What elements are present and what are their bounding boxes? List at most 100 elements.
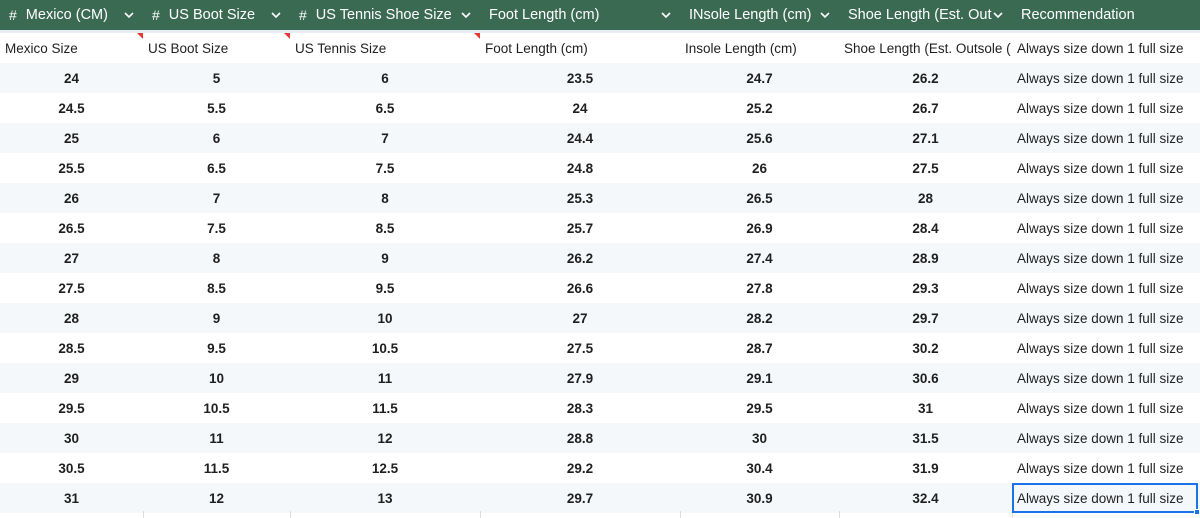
table-cell-us-tennis-shoe-size[interactable]: 9.5	[290, 273, 480, 303]
table-cell-foot-length[interactable]: 28.3	[480, 393, 680, 423]
table-cell-shoe-length[interactable]: 27.1	[839, 123, 1012, 153]
table-cell-insole-length[interactable]: 30	[680, 423, 839, 453]
table-cell-us-boot-size[interactable]: 6.5	[143, 153, 290, 183]
chevron-down-icon[interactable]	[819, 9, 831, 21]
table-cell-recommendation[interactable]: Always size down 1 full size	[1012, 453, 1200, 483]
table-cell-foot-length[interactable]: 24.4	[480, 123, 680, 153]
table-cell-us-boot-size[interactable]: 10	[143, 363, 290, 393]
table-cell-foot-length[interactable]: 24.8	[480, 153, 680, 183]
table-cell-mexico-cm[interactable]: 27.5	[0, 273, 143, 303]
fill-handle[interactable]	[1194, 509, 1200, 515]
table-cell-recommendation[interactable]: Always size down 1 full size	[1012, 333, 1200, 363]
table-cell-shoe-length[interactable]: 31.9	[839, 453, 1012, 483]
column-header-recommendation[interactable]: Recommendation	[1012, 0, 1200, 30]
table-cell-us-tennis-shoe-size[interactable]: 6.5	[290, 93, 480, 123]
table-cell-recommendation[interactable]: Always size down 1 full size	[1012, 213, 1200, 243]
table-cell-us-tennis-shoe-size[interactable]: 8	[290, 183, 480, 213]
table-cell-insole-length[interactable]: 26.5	[680, 183, 839, 213]
table-cell-foot-length[interactable]: 23.5	[480, 63, 680, 93]
table-cell-insole-length[interactable]: 29.1	[680, 363, 839, 393]
table-cell-us-tennis-shoe-size[interactable]: 6	[290, 63, 480, 93]
table-cell-us-tennis-shoe-size[interactable]: 10.5	[290, 333, 480, 363]
column-header-insole-length[interactable]: INsole Length (cm)	[680, 0, 839, 30]
comment-indicator-icon[interactable]	[284, 33, 290, 39]
chevron-down-icon[interactable]	[270, 9, 282, 21]
table-cell-shoe-length[interactable]: 28.9	[839, 243, 1012, 273]
table-cell-mexico-cm[interactable]: 30.5	[0, 453, 143, 483]
table-cell-us-tennis-shoe-size[interactable]: 10	[290, 303, 480, 333]
table-cell-us-boot-size[interactable]: 11.5	[143, 453, 290, 483]
table-cell-foot-length[interactable]: 25.7	[480, 213, 680, 243]
table-cell-mexico-cm[interactable]: 24.5	[0, 93, 143, 123]
chevron-down-icon[interactable]	[660, 9, 672, 21]
table-cell-foot-length[interactable]: 25.3	[480, 183, 680, 213]
table-cell-mexico-cm[interactable]: 29	[0, 363, 143, 393]
table-cell-shoe-length[interactable]: 29.3	[839, 273, 1012, 303]
chevron-down-icon[interactable]	[460, 9, 472, 21]
table-cell-us-boot-size[interactable]: 8	[143, 243, 290, 273]
table-cell-mexico-cm[interactable]: 27	[0, 243, 143, 273]
table-cell-shoe-length[interactable]: 28	[839, 183, 1012, 213]
chevron-down-icon[interactable]	[992, 9, 1004, 21]
table-cell-insole-length[interactable]: 28.2	[680, 303, 839, 333]
table-cell-insole-length[interactable]: 26.9	[680, 213, 839, 243]
column-header-us-boot-size[interactable]: # US Boot Size	[143, 0, 290, 30]
table-cell-foot-length[interactable]: 26.2	[480, 243, 680, 273]
subheader-cell[interactable]: Foot Length (cm)	[480, 33, 680, 63]
table-cell-us-boot-size[interactable]: 7	[143, 183, 290, 213]
table-cell-insole-length[interactable]: 26	[680, 153, 839, 183]
table-cell-mexico-cm[interactable]: 28.5	[0, 333, 143, 363]
table-cell-shoe-length[interactable]: 32.4	[839, 483, 1012, 513]
table-cell-us-boot-size[interactable]: 7.5	[143, 213, 290, 243]
comment-indicator-icon[interactable]	[137, 33, 143, 39]
table-cell-insole-length[interactable]: 25.2	[680, 93, 839, 123]
table-cell-us-tennis-shoe-size[interactable]: 9	[290, 243, 480, 273]
table-cell-recommendation[interactable]: Always size down 1 full size	[1012, 123, 1200, 153]
table-cell-recommendation[interactable]: Always size down 1 full size	[1012, 273, 1200, 303]
table-cell-recommendation[interactable]: Always size down 1 full size	[1012, 393, 1200, 423]
table-cell-shoe-length[interactable]: 26.7	[839, 93, 1012, 123]
table-cell-insole-length[interactable]: 30.9	[680, 483, 839, 513]
table-cell-us-boot-size[interactable]: 6	[143, 123, 290, 153]
table-cell-recommendation[interactable]: Always size down 1 full size	[1012, 483, 1200, 513]
table-cell-us-tennis-shoe-size[interactable]: 11	[290, 363, 480, 393]
table-cell-us-boot-size[interactable]: 5	[143, 63, 290, 93]
table-cell-mexico-cm[interactable]: 24	[0, 63, 143, 93]
table-cell-us-tennis-shoe-size[interactable]: 12	[290, 423, 480, 453]
table-cell-insole-length[interactable]: 30.4	[680, 453, 839, 483]
table-cell-us-boot-size[interactable]: 9.5	[143, 333, 290, 363]
table-cell-us-tennis-shoe-size[interactable]: 13	[290, 483, 480, 513]
table-cell-foot-length[interactable]: 27	[480, 303, 680, 333]
table-cell-mexico-cm[interactable]: 25	[0, 123, 143, 153]
table-cell-us-tennis-shoe-size[interactable]: 11.5	[290, 393, 480, 423]
subheader-cell[interactable]: US Boot Size	[143, 33, 290, 63]
table-cell-insole-length[interactable]: 28.7	[680, 333, 839, 363]
table-cell-us-tennis-shoe-size[interactable]: 8.5	[290, 213, 480, 243]
comment-indicator-icon[interactable]	[474, 33, 480, 39]
column-header-mexico-cm[interactable]: # Mexico (CM)	[0, 0, 143, 30]
subheader-cell[interactable]: Insole Length (cm)	[680, 33, 839, 63]
table-cell-us-boot-size[interactable]: 11	[143, 423, 290, 453]
table-cell-foot-length[interactable]: 28.8	[480, 423, 680, 453]
subheader-cell[interactable]: Always size down 1 full size	[1012, 33, 1200, 63]
column-header-foot-length[interactable]: Foot Length (cm)	[480, 0, 680, 30]
table-cell-foot-length[interactable]: 24	[480, 93, 680, 123]
table-cell-insole-length[interactable]: 24.7	[680, 63, 839, 93]
table-cell-insole-length[interactable]: 27.4	[680, 243, 839, 273]
table-cell-shoe-length[interactable]: 27.5	[839, 153, 1012, 183]
table-cell-shoe-length[interactable]: 31	[839, 393, 1012, 423]
subheader-cell[interactable]: Shoe Length (Est. Outsole (	[839, 33, 1012, 63]
table-cell-shoe-length[interactable]: 30.2	[839, 333, 1012, 363]
table-cell-recommendation[interactable]: Always size down 1 full size	[1012, 93, 1200, 123]
table-cell-insole-length[interactable]: 29.5	[680, 393, 839, 423]
table-cell-us-tennis-shoe-size[interactable]: 7	[290, 123, 480, 153]
table-cell-foot-length[interactable]: 27.9	[480, 363, 680, 393]
table-cell-recommendation[interactable]: Always size down 1 full size	[1012, 303, 1200, 333]
table-cell-recommendation[interactable]: Always size down 1 full size	[1012, 243, 1200, 273]
table-cell-insole-length[interactable]: 27.8	[680, 273, 839, 303]
column-header-us-tennis-shoe-size[interactable]: # US Tennis Shoe Size	[290, 0, 480, 30]
table-cell-mexico-cm[interactable]: 26	[0, 183, 143, 213]
table-cell-recommendation[interactable]: Always size down 1 full size	[1012, 63, 1200, 93]
table-cell-mexico-cm[interactable]: 29.5	[0, 393, 143, 423]
subheader-cell[interactable]: US Tennis Size	[290, 33, 480, 63]
